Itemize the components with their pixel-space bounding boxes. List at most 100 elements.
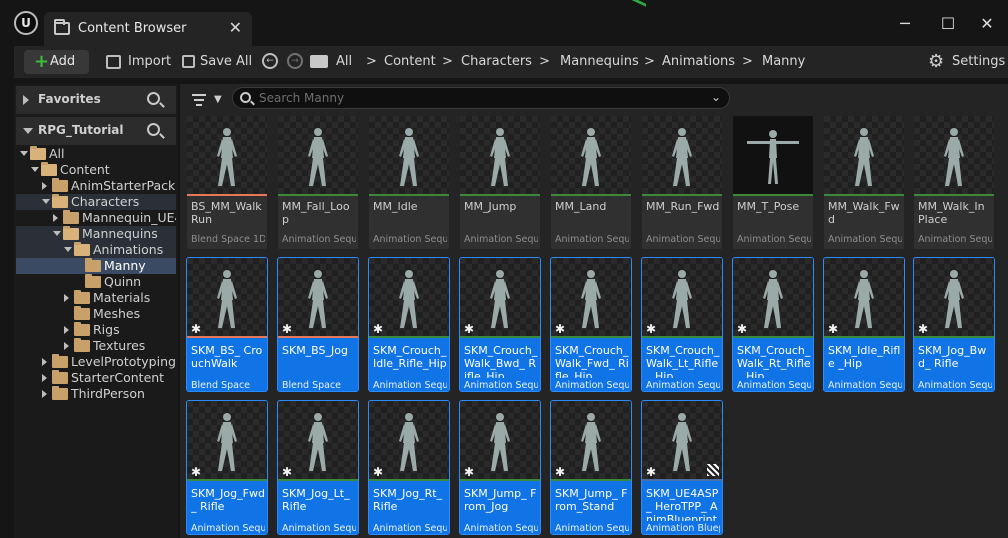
tree-item-levelprototyping[interactable]: LevelPrototyping: [16, 354, 176, 370]
tree-item-mannequin-ue4[interactable]: Mannequin_UE4: [16, 210, 176, 226]
expand-arrow-icon[interactable]: [42, 358, 47, 366]
project-header[interactable]: RPG_Tutorial: [16, 117, 176, 145]
collapse-arrow-icon[interactable]: [64, 247, 72, 252]
breadcrumb-separator[interactable]: >: [539, 50, 550, 74]
asset-tile[interactable]: BS_MM_Walk Run Blend Space 1D: [187, 116, 267, 249]
favorites-header[interactable]: Favorites: [16, 86, 176, 114]
asset-thumbnail: [460, 116, 540, 194]
tree-item-meshes[interactable]: Meshes: [16, 306, 176, 322]
collapse-arrow-icon[interactable]: [31, 167, 39, 172]
asset-tile[interactable]: MM_IdleAnimation Seque...: [369, 116, 449, 249]
breadcrumb-separator[interactable]: >: [366, 50, 377, 74]
breadcrumb-all[interactable]: All: [336, 50, 352, 74]
asset-tile[interactable]: ✱ SKM_BS_ CrouchWalk Blend Space: [186, 257, 268, 392]
folder-icon[interactable]: [310, 55, 328, 68]
search-input[interactable]: [259, 90, 699, 106]
expand-arrow-icon[interactable]: [64, 342, 69, 350]
import-button[interactable]: Import: [106, 50, 171, 74]
asset-tile[interactable]: MM_JumpAnimation Seque...: [460, 116, 540, 249]
asset-tile[interactable]: MM_Walk_FwdAnimation Seque...: [824, 116, 904, 249]
tree-item-characters[interactable]: Characters: [16, 194, 176, 210]
expand-arrow-icon[interactable]: [42, 182, 47, 190]
settings-button[interactable]: ⚙ Settings: [928, 50, 1005, 74]
tree-item-animstarterpack[interactable]: AnimStarterPack: [16, 178, 176, 194]
asset-type-stripe: [187, 479, 267, 481]
asset-tile[interactable]: ✱ SKM_UE4ASP_ HeroTPP_ AnimBlueprint Anima…: [641, 400, 723, 535]
collapse-arrow-icon[interactable]: [53, 231, 61, 236]
breadcrumb-manny[interactable]: Manny: [762, 50, 805, 74]
asset-type-stripe: [642, 336, 722, 338]
folder-icon: [52, 370, 68, 384]
search-icon[interactable]: [147, 92, 160, 105]
expand-arrow-icon[interactable]: [64, 326, 69, 334]
asset-tile[interactable]: ✱ SKM_Jog_Rt_ Rifle Animation Seque...: [368, 400, 450, 535]
filter-icon[interactable]: ▼: [192, 92, 222, 108]
tab-close-icon[interactable]: ✕: [229, 18, 242, 37]
asset-tile[interactable]: ✱ SKM_Idle_Rifle _Hip Animation Seque...: [823, 257, 905, 392]
search-box[interactable]: ⌄: [232, 87, 730, 109]
tree-item-quinn[interactable]: Quinn: [16, 274, 176, 290]
close-button[interactable]: ✕: [972, 12, 1002, 36]
collapse-arrow-icon[interactable]: [23, 128, 33, 134]
folder-icon: [85, 258, 101, 272]
asset-tile[interactable]: ✱ SKM_Jump_ From_Stand Animation Seque...: [550, 400, 632, 535]
asset-thumbnail: ✱: [369, 258, 449, 337]
breadcrumb-content[interactable]: Content: [384, 50, 436, 74]
tree-item-manny[interactable]: Manny: [16, 258, 176, 274]
expand-arrow-icon[interactable]: [53, 214, 58, 222]
breadcrumb-separator[interactable]: >: [644, 50, 655, 74]
tree-item-content[interactable]: Content: [16, 162, 176, 178]
asset-tile[interactable]: ✱ SKM_Crouch_ Walk_Fwd_ Rifle_Hip Animatio…: [550, 257, 632, 392]
breadcrumb-separator[interactable]: >: [742, 50, 753, 74]
tree-item-animations[interactable]: Animations: [16, 242, 176, 258]
asset-tile[interactable]: ✱ SKM_BS_Jog Blend Space: [277, 257, 359, 392]
asset-tile[interactable]: ✱ SKM_Crouch_ Walk_Bwd_ Rifle_Hip Animatio…: [459, 257, 541, 392]
asset-name: SKM_Crouch_ Walk_Lt_Rifle_ Hip: [646, 344, 720, 378]
tree-item-label: All: [49, 146, 65, 161]
collapse-arrow-icon[interactable]: [20, 151, 28, 156]
maximize-button[interactable]: ☐: [933, 12, 963, 36]
tree-item-mannequins[interactable]: Mannequins: [16, 226, 176, 242]
asset-tile[interactable]: MM_LandAnimation Seque...: [551, 116, 631, 249]
expand-arrow-icon[interactable]: [64, 294, 69, 302]
asset-tile[interactable]: MM_T_PoseAnimation Seque...: [733, 116, 813, 249]
tab-content-browser[interactable]: Content Browser ✕: [44, 12, 252, 46]
expand-arrow-icon[interactable]: [42, 390, 47, 398]
chevron-down-icon[interactable]: ⌄: [711, 90, 721, 104]
modified-star-icon: ✱: [464, 465, 475, 479]
breadcrumb-mannequins[interactable]: Mannequins: [560, 50, 639, 74]
asset-tile[interactable]: ✱ SKM_Crouch_ Idle_Rifle_Hip Animation Seq…: [368, 257, 450, 392]
modified-star-icon: ✱: [282, 322, 293, 336]
asset-name: SKM_UE4ASP_ HeroTPP_ AnimBlueprint: [646, 487, 719, 521]
breadcrumb-animations[interactable]: Animations: [662, 50, 735, 74]
minimize-button[interactable]: ─: [890, 12, 920, 36]
asset-tile[interactable]: MM_Walk_In PlaceAnimation Seque...: [914, 116, 994, 249]
asset-thumbnail: [369, 116, 449, 194]
asset-type: Animation Seque...: [464, 380, 538, 391]
tree-item-textures[interactable]: Textures: [16, 338, 176, 354]
expand-arrow-icon[interactable]: [42, 374, 47, 382]
asset-tile[interactable]: ✱ SKM_Jump_ From_Jog Animation Seque...: [459, 400, 541, 535]
asset-tile[interactable]: ✱ SKM_Crouch_ Walk_Rt_Rifle_ Hip Animation…: [732, 257, 814, 392]
save-all-button[interactable]: Save All: [182, 50, 252, 74]
breadcrumb-separator[interactable]: >: [442, 50, 453, 74]
breadcrumb-characters[interactable]: Characters: [461, 50, 532, 74]
tree-item-all[interactable]: All: [16, 146, 176, 162]
asset-tile[interactable]: ✱ SKM_Crouch_ Walk_Lt_Rifle_ Hip Animation…: [641, 257, 723, 392]
asset-name: SKM_BS_Jog: [282, 344, 348, 357]
tree-item-startercontent[interactable]: StarterContent: [16, 370, 176, 386]
asset-tile[interactable]: ✱ SKM_Jog_Fwd_ Rifle Animation Seque...: [186, 400, 268, 535]
asset-tile[interactable]: ✱ SKM_Jog_Lt_ Rifle Animation Seque...: [277, 400, 359, 535]
add-button[interactable]: + Add: [24, 50, 89, 74]
search-icon[interactable]: [147, 123, 160, 136]
forward-icon[interactable]: →: [287, 53, 303, 69]
asset-tile[interactable]: MM_Run_FwdAnimation Seque...: [642, 116, 722, 249]
expand-arrow-icon[interactable]: [23, 95, 29, 105]
tree-item-materials[interactable]: Materials: [16, 290, 176, 306]
back-icon[interactable]: ←: [262, 53, 278, 69]
tree-item-thirdperson[interactable]: ThirdPerson: [16, 386, 176, 402]
collapse-arrow-icon[interactable]: [42, 199, 50, 204]
asset-tile[interactable]: MM_Fall_LoopAnimation Seque...: [278, 116, 358, 249]
asset-tile[interactable]: ✱ SKM_Jog_Bwd_ Rifle Animation Seque...: [913, 257, 995, 392]
tree-item-rigs[interactable]: Rigs: [16, 322, 176, 338]
